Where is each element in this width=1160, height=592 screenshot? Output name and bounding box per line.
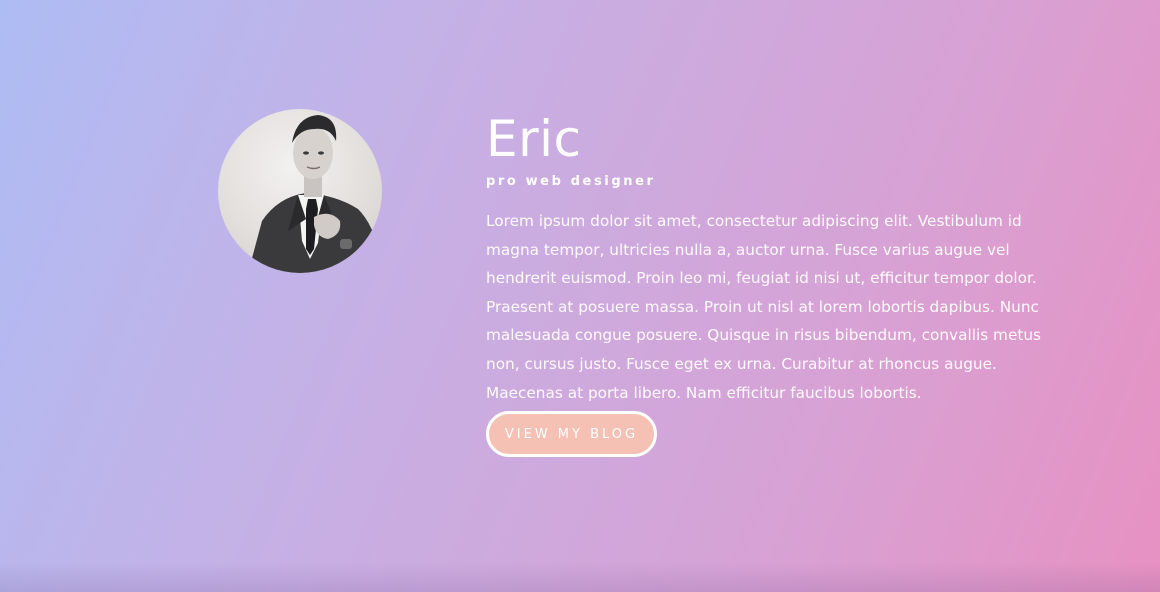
- portrait-photo: [248, 115, 382, 273]
- profile-bio: Lorem ipsum dolor sit amet, consectetur …: [486, 212, 1042, 402]
- profile-section: Eric pro web designer Lorem ipsum dolor …: [486, 108, 1056, 407]
- section-divider-shadow: [0, 562, 1160, 592]
- avatar: [218, 109, 382, 273]
- view-blog-button[interactable]: VIEW MY BLOG: [486, 411, 657, 457]
- profile-name: Eric: [486, 110, 582, 168]
- profile-role: pro web designer: [486, 174, 656, 189]
